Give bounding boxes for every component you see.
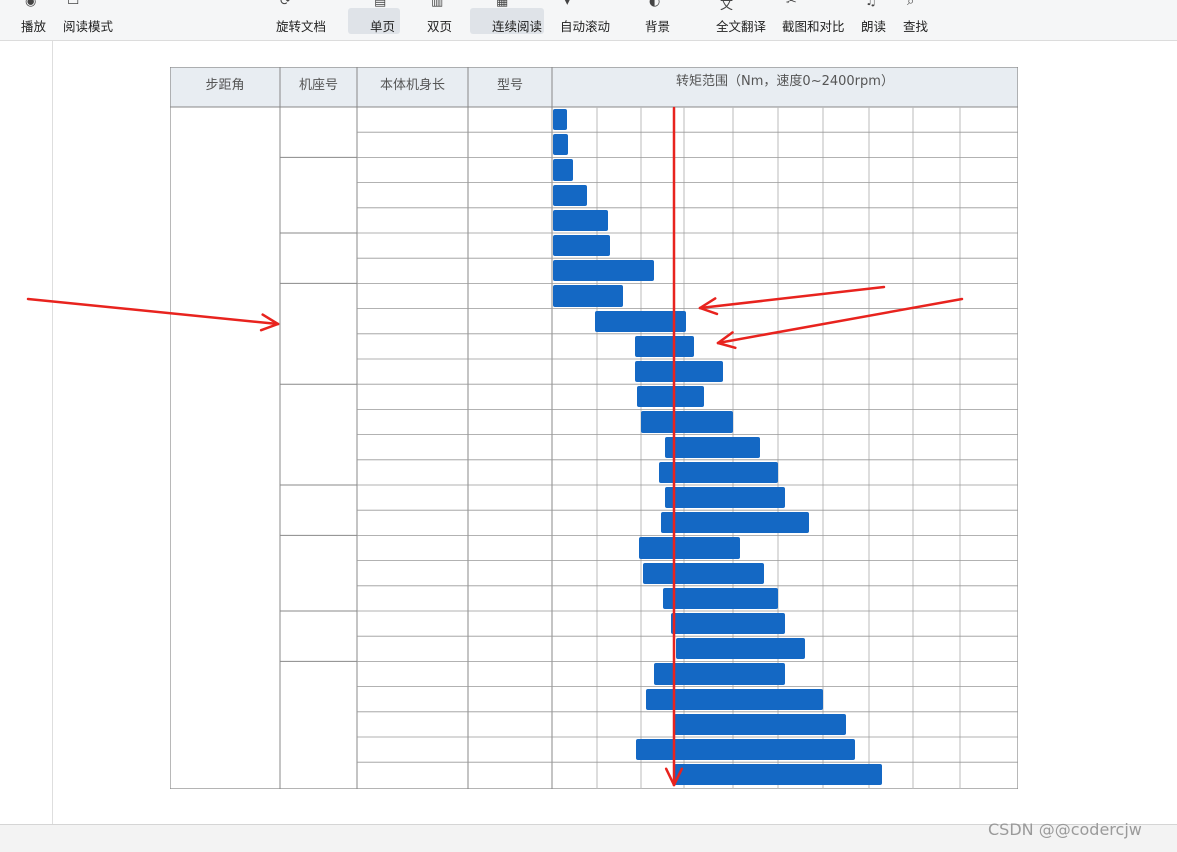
red-arrow-42mm [26,297,280,332]
red-arrow-42cm04 [698,285,886,316]
red-vertical-arrow [664,106,684,787]
red-arrow-42cm06 [716,297,964,350]
annotation-overlay [26,106,964,787]
